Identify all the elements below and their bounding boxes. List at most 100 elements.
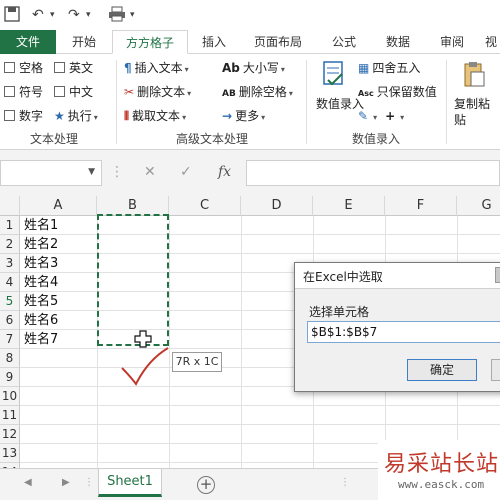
checkbox-space[interactable]: 空格 [4, 60, 43, 76]
row-header[interactable]: 9 [0, 368, 20, 387]
delete-space-button[interactable]: AB 删除空格 ▾ [222, 84, 293, 102]
add-sheet-icon[interactable]: + [197, 476, 215, 494]
save-icon[interactable] [4, 6, 24, 24]
insert-text-button[interactable]: ¶ 插入文本 ▾ [124, 60, 189, 78]
checkbox-symbol[interactable]: 符号 [4, 84, 43, 100]
column-header[interactable]: C [169, 196, 241, 216]
cell-a2[interactable]: 姓名2 [24, 235, 58, 254]
name-box[interactable]: ▼ [0, 160, 102, 186]
delete-text-label: 删除文本 [137, 85, 186, 99]
delete-text-button[interactable]: ✂ 删除文本 ▾ [124, 84, 191, 102]
formula-bar: ▼ ⋮ ✕ ✓ fx [0, 150, 500, 196]
tab-file[interactable]: 文件 [0, 30, 56, 54]
row-header[interactable]: 11 [0, 406, 20, 425]
selection-marquee [97, 214, 169, 346]
data-entry-button[interactable]: 数值录入 [314, 60, 364, 124]
extract-text-label: 截取文本 [132, 109, 181, 123]
round-button[interactable]: ▦ 四舍五入 [358, 60, 420, 76]
row-header[interactable]: 12 [0, 425, 20, 444]
formula-input[interactable] [246, 160, 500, 186]
tab-review[interactable]: 审阅 [430, 30, 474, 54]
row-header[interactable]: 13 [0, 444, 20, 463]
cell-a4[interactable]: 姓名4 [24, 273, 58, 292]
cancel-icon[interactable]: ✕ [144, 164, 156, 180]
close-icon[interactable] [495, 267, 500, 283]
redo-icon[interactable]: ↷ [68, 6, 80, 24]
delete-space-icon: AB [222, 89, 236, 99]
dropdown-icon: ▾ [187, 89, 192, 98]
insert-text-icon: ¶ [124, 61, 132, 75]
column-header[interactable]: F [385, 196, 457, 216]
tab-formulas[interactable]: 公式 [322, 30, 366, 54]
copy-paste-button[interactable]: 复制粘贴 [454, 60, 500, 127]
scroll-left-icon[interactable]: ◀ [24, 477, 32, 488]
delete-text-icon: ✂ [124, 85, 135, 99]
confirm-icon[interactable]: ✓ [180, 164, 192, 180]
tab-insert[interactable]: 插入 [192, 30, 236, 54]
watermark: 易采站长站 www.easck.com [378, 440, 500, 500]
more-label: 更多 [235, 109, 260, 123]
tab-page-layout[interactable]: 页面布局 [246, 30, 310, 54]
copy-paste-label: 复制粘贴 [454, 97, 491, 127]
edit-tools-button[interactable]: ✎ ▾ + ▾ [358, 108, 404, 126]
cell-a3[interactable]: 姓名3 [24, 254, 58, 273]
sheet-tab-sheet1[interactable]: Sheet1 [98, 469, 162, 497]
tab-fangfang[interactable]: 方方格子 [112, 30, 188, 54]
row-header[interactable]: 6 [0, 311, 20, 330]
row-header[interactable]: 5 [0, 292, 20, 311]
column-header[interactable]: E [313, 196, 385, 216]
case-button[interactable]: Ab 大小写 ▾ [222, 60, 285, 78]
undo-dropdown-icon[interactable]: ▾ [50, 6, 55, 24]
checkbox-symbol-label: 符号 [19, 85, 44, 99]
select-all-corner[interactable] [0, 196, 20, 216]
edit-icon: ✎ [358, 109, 369, 123]
checkbox-chinese[interactable]: 中文 [54, 84, 93, 100]
group-divider [306, 60, 307, 144]
checkbox-number-label: 数字 [19, 109, 44, 123]
group-divider [116, 60, 117, 144]
tab-data[interactable]: 数据 [376, 30, 420, 54]
column-header[interactable]: A [20, 196, 97, 216]
undo-icon[interactable]: ↶ [32, 6, 44, 24]
print-icon[interactable] [108, 6, 126, 24]
row-header[interactable]: 3 [0, 254, 20, 273]
checkbox-number[interactable]: 数字 [4, 108, 43, 124]
cell-a1[interactable]: 姓名1 [24, 216, 58, 235]
cell-a7[interactable]: 姓名7 [24, 330, 58, 349]
select-range-dialog: 在Excel中选取 选择单元格 $B$1:$B$7 确定 [294, 262, 500, 392]
row-header[interactable]: 8 [0, 349, 20, 368]
column-header[interactable]: B [97, 196, 169, 216]
checkbox-icon [4, 62, 15, 73]
keep-value-label: 只保留数值 [376, 85, 437, 99]
plus-icon: + [385, 109, 396, 123]
dialog-title-bar[interactable]: 在Excel中选取 [295, 263, 500, 289]
range-input[interactable]: $B$1:$B$7 [307, 321, 500, 343]
row-header[interactable]: 1 [0, 216, 20, 235]
row-header[interactable]: 4 [0, 273, 20, 292]
cell-a6[interactable]: 姓名6 [24, 311, 58, 330]
cancel-button[interactable] [491, 359, 500, 381]
column-header[interactable]: D [241, 196, 313, 216]
redo-dropdown-icon[interactable]: ▾ [86, 6, 91, 24]
extract-text-button[interactable]: ⫴ 截取文本 ▾ [124, 108, 186, 126]
row-header[interactable]: 2 [0, 235, 20, 254]
more-button[interactable]: → 更多 ▾ [222, 108, 265, 126]
gridline [20, 424, 500, 425]
watermark-url: www.easck.com [398, 478, 485, 491]
tab-home[interactable]: 开始 [62, 30, 106, 54]
dialog-field-label: 选择单元格 [309, 305, 370, 319]
insert-text-label: 插入文本 [134, 61, 183, 75]
insert-function-icon[interactable]: fx [218, 164, 231, 180]
ok-button[interactable]: 确定 [407, 359, 477, 381]
scroll-right-icon[interactable]: ▶ [62, 477, 70, 488]
chevron-down-icon[interactable]: ▼ [88, 167, 95, 177]
checkbox-english[interactable]: 英文 [54, 60, 93, 76]
keep-value-button[interactable]: Asc 只保留数值 [358, 84, 437, 102]
column-header[interactable]: G [457, 196, 500, 216]
qat-customize-icon[interactable]: ▾ [130, 6, 135, 24]
row-header[interactable]: 7 [0, 330, 20, 349]
execute-button[interactable]: ★ 执行 ▾ [54, 108, 98, 126]
tab-view[interactable]: 视 [482, 30, 500, 54]
row-header[interactable]: 10 [0, 387, 20, 406]
cell-a5[interactable]: 姓名5 [24, 292, 58, 311]
